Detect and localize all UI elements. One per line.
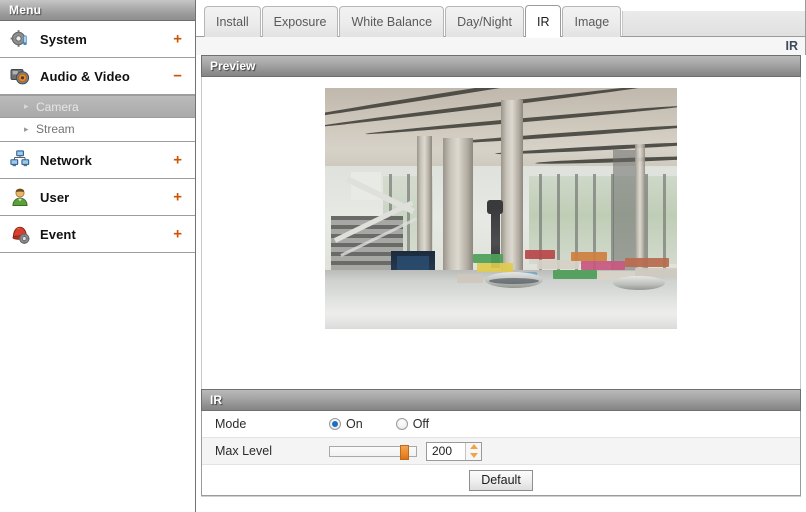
network-monitors-icon [9, 149, 31, 171]
user-person-icon [9, 186, 31, 208]
sidebar-expander-user[interactable]: + [173, 190, 182, 205]
ir-mode-row: Mode On Off [202, 411, 800, 438]
preview-floor-reflection [325, 293, 677, 329]
sidebar-item-label: User [40, 189, 70, 205]
radio-off-icon[interactable] [395, 418, 408, 430]
triangle-up-icon [469, 444, 478, 450]
ir-mode-radio-group: On Off [329, 417, 462, 431]
system-gear-icon [9, 28, 31, 50]
ir-max-level-row: Max Level 200 [202, 438, 800, 465]
preview-column [635, 144, 645, 270]
ir-section-header: IR [201, 389, 801, 411]
spinner-increment-button[interactable] [466, 443, 481, 452]
preview-body [201, 77, 801, 389]
tab-label: Install [216, 15, 249, 29]
sidebar-item-label: Event [40, 226, 76, 242]
main-panel: Install Exposure White Balance Day/Night… [196, 0, 806, 512]
triangle-down-icon [469, 452, 478, 458]
sidebar-subitem-label: Camera [36, 99, 79, 114]
tab-day-night[interactable]: Day/Night [445, 6, 524, 37]
sidebar-item-event[interactable]: Event + [0, 216, 195, 253]
sidebar-item-system[interactable]: System + [0, 21, 195, 58]
sidebar-subitem-camera[interactable]: ▸ Camera [0, 95, 195, 118]
ir-mode-option-off[interactable]: Off [395, 417, 430, 431]
ir-mode-option-on[interactable]: On [329, 417, 363, 431]
sidebar-expander-system[interactable]: + [173, 32, 182, 47]
event-alarm-icon [9, 223, 31, 245]
ir-button-row: Default [202, 465, 800, 495]
camera-video-icon [9, 65, 31, 87]
sidebar-item-network[interactable]: Network + [0, 142, 195, 179]
breadcrumb-bar: IR [196, 37, 806, 55]
preview-section-title: Preview [210, 59, 256, 73]
slider-thumb[interactable] [399, 444, 409, 460]
sidebar-item-label: System [40, 31, 87, 47]
tab-image[interactable]: Image [562, 6, 622, 37]
preview-section-header: Preview [201, 55, 801, 77]
preview-column [443, 138, 473, 278]
tab-install[interactable]: Install [204, 6, 261, 37]
sidebar-subgroup-audio-video: ▸ Camera ▸ Stream [0, 95, 195, 142]
preview-column [501, 100, 523, 278]
chevron-right-icon: ▸ [24, 101, 29, 111]
spinner-decrement-button[interactable] [466, 451, 481, 460]
default-button[interactable]: Default [469, 469, 533, 491]
sidebar: Menu System + Audio & Video − ▸ Camera ▸… [0, 0, 196, 512]
preview-column [417, 136, 432, 270]
sidebar-item-label: Audio & Video [40, 68, 130, 84]
spinner-buttons [465, 442, 481, 460]
default-button-label: Default [481, 473, 521, 487]
radio-label: Off [412, 417, 430, 431]
tab-label: White Balance [351, 15, 433, 29]
ir-max-level-spinner[interactable]: 200 [426, 441, 482, 461]
ir-max-level-label: Max Level [215, 444, 272, 458]
sidebar-item-label: Network [40, 152, 92, 168]
ir-section-title: IR [210, 393, 222, 407]
radio-on-icon[interactable] [329, 418, 341, 430]
tab-strip: Install Exposure White Balance Day/Night… [196, 0, 806, 38]
radio-label: On [346, 417, 363, 431]
sidebar-subitem-label: Stream [36, 122, 75, 136]
ir-mode-label: Mode [215, 417, 247, 431]
camera-preview-image[interactable] [325, 88, 677, 329]
tab-label: Image [574, 15, 610, 29]
tab-white-balance[interactable]: White Balance [339, 6, 445, 37]
chevron-right-icon: ▸ [24, 123, 29, 134]
tab-strip-filler [622, 11, 805, 37]
ir-settings-body: Mode On Off Max Level 200 Default [201, 411, 801, 496]
tab-label: IR [536, 14, 550, 29]
sidebar-expander-audio-video[interactable]: − [173, 69, 182, 84]
tab-ir[interactable]: IR [524, 5, 562, 38]
ir-max-level-value[interactable]: 200 [427, 442, 465, 460]
tab-label: Day/Night [457, 15, 512, 29]
app-window: Menu System + Audio & Video − ▸ Camera ▸… [0, 0, 806, 512]
sidebar-subitem-stream[interactable]: ▸ Stream [0, 118, 195, 141]
tab-exposure[interactable]: Exposure [261, 6, 339, 37]
menu-header: Menu [0, 0, 195, 21]
sidebar-item-user[interactable]: User + [0, 179, 195, 216]
breadcrumb: IR [785, 39, 799, 53]
sidebar-expander-event[interactable]: + [173, 227, 182, 242]
preview-column-base [613, 276, 665, 290]
menu-header-label: Menu [9, 3, 42, 17]
ir-max-level-slider[interactable] [329, 444, 417, 460]
sidebar-expander-network[interactable]: + [173, 153, 182, 168]
tab-label: Exposure [273, 15, 327, 29]
panel-bottom-divider [201, 496, 801, 497]
sidebar-item-audio-video[interactable]: Audio & Video − [0, 58, 195, 95]
